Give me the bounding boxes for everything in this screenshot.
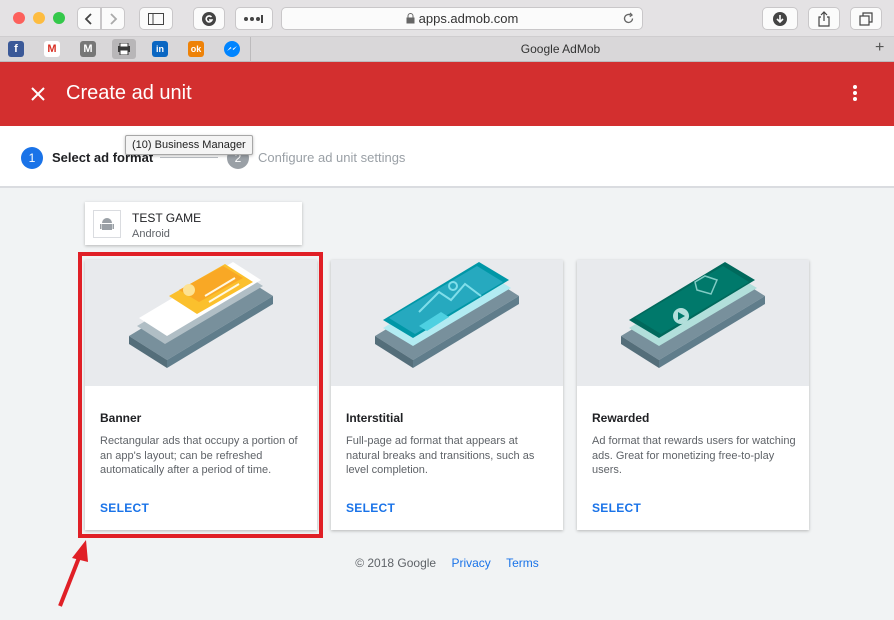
tabs-overview-button[interactable] — [850, 7, 882, 30]
rewarded-title: Rewarded — [592, 411, 650, 425]
address-bar[interactable]: apps.admob.com — [281, 7, 643, 30]
tabs-icon — [859, 11, 873, 26]
sidebar-button[interactable] — [139, 7, 173, 30]
privacy-link[interactable]: Privacy — [451, 556, 490, 570]
downloads-button[interactable] — [762, 7, 798, 30]
chevron-right-icon — [110, 12, 118, 25]
odnoklassniki-icon[interactable]: ok — [188, 41, 204, 57]
step-1-indicator: 1 — [21, 147, 43, 169]
share-icon — [818, 10, 830, 27]
rewarded-description: Ad format that rewards users for watchin… — [592, 435, 796, 476]
close-icon[interactable] — [30, 86, 46, 102]
dots-key-icon — [244, 14, 263, 23]
facebook-icon[interactable]: f — [8, 41, 24, 57]
gmail-icon[interactable]: M — [44, 41, 60, 57]
more-vert-icon[interactable] — [852, 84, 858, 102]
interstitial-title: Interstitial — [346, 411, 404, 425]
medium-icon[interactable]: M — [80, 41, 96, 57]
rewarded-select-button[interactable]: SELECT — [592, 501, 641, 515]
zoom-window-button[interactable] — [53, 12, 65, 24]
interstitial-description: Full-page ad format that appears at natu… — [346, 435, 535, 476]
highlight-box — [78, 252, 323, 538]
copyright-text: © 2018 Google — [355, 556, 437, 570]
interstitial-select-button[interactable]: SELECT — [346, 501, 395, 515]
url-text: apps.admob.com — [418, 11, 519, 26]
app-header: Create ad unit — [0, 62, 894, 126]
close-window-button[interactable] — [13, 12, 25, 24]
password-button[interactable] — [235, 7, 273, 30]
annotation-arrow-icon — [58, 540, 88, 607]
chevron-left-icon — [84, 12, 92, 25]
app-platform: Android — [132, 228, 170, 240]
print-icon[interactable] — [112, 39, 136, 59]
new-tab-button[interactable]: + — [875, 39, 884, 57]
step-connector — [160, 157, 218, 158]
plus-icon: + — [875, 39, 885, 56]
interstitial-illustration — [331, 260, 563, 386]
browser-toolbar: apps.admob.com — [0, 0, 894, 37]
tooltip: (10) Business Manager — [125, 135, 253, 155]
step-2-label: Configure ad unit settings — [258, 150, 406, 165]
back-button[interactable] — [77, 7, 101, 30]
app-card: TEST GAME Android — [85, 202, 302, 245]
grammarly-icon — [202, 11, 216, 26]
download-icon — [773, 11, 787, 26]
sidebar-icon — [148, 12, 164, 25]
page-title: Create ad unit — [66, 82, 192, 104]
app-name: TEST GAME — [132, 211, 202, 225]
rewarded-illustration — [577, 260, 809, 386]
forward-button[interactable] — [101, 7, 125, 30]
footer: © 2018 Google Privacy Terms — [0, 556, 894, 570]
minimize-window-button[interactable] — [33, 12, 45, 24]
share-button[interactable] — [808, 7, 840, 30]
rewarded-format-card[interactable]: Rewarded Ad format that rewards users fo… — [577, 260, 809, 530]
grammarly-button[interactable] — [193, 7, 225, 30]
tab-title[interactable]: Google AdMob — [250, 37, 870, 61]
interstitial-format-card[interactable]: Interstitial Full-page ad format that ap… — [331, 260, 563, 530]
reload-icon[interactable] — [622, 12, 635, 25]
linkedin-icon[interactable]: in — [152, 41, 168, 57]
terms-link[interactable]: Terms — [506, 556, 539, 570]
messenger-icon[interactable] — [224, 41, 240, 57]
bookmarks-bar: f M M in ok Google AdMob + — [0, 37, 894, 62]
lock-icon — [406, 13, 415, 24]
android-icon — [93, 210, 121, 238]
